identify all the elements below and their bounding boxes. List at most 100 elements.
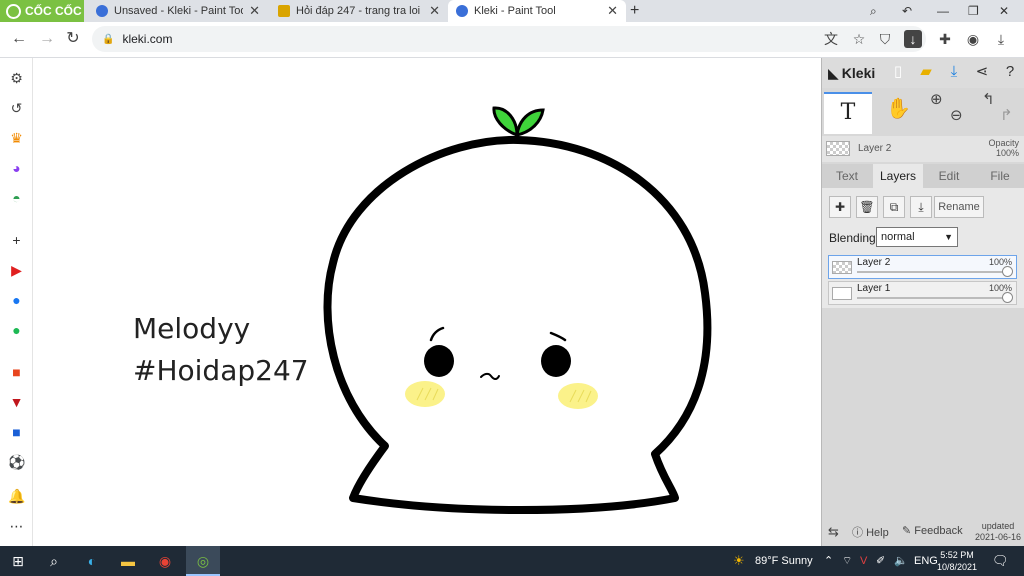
layer-row[interactable]: Layer 1 100% <box>828 281 1017 305</box>
tab-file[interactable]: File <box>975 164 1024 188</box>
clock[interactable]: 5:52 PM 10/8/2021 <box>937 549 977 573</box>
active-layer-name: Layer 2 <box>858 143 892 154</box>
blending-select[interactable]: normal ▼ <box>876 227 958 247</box>
savior-download-icon[interactable]: ↓ <box>904 30 922 48</box>
forward-button[interactable]: → <box>36 28 58 50</box>
youtube-icon[interactable]: ▶ <box>8 262 25 279</box>
file-explorer-icon[interactable]: ▬ <box>118 551 138 571</box>
edge-icon[interactable]: ◐ <box>82 551 102 571</box>
tab-hoidap[interactable]: Hỏi đáp 247 - trang tra loi ✕ <box>270 0 448 22</box>
layer-opacity-handle[interactable] <box>1002 266 1013 277</box>
help-link[interactable]: ⓘ Help <box>852 524 889 540</box>
new-image-icon[interactable]: ▯ <box>888 62 908 82</box>
updated-info: updated 2021-06-16 <box>974 521 1021 542</box>
tab-close-icon[interactable]: ✕ <box>249 3 260 19</box>
coccoc-icon: ◎ <box>196 553 210 569</box>
close-window-button[interactable]: ✕ <box>999 0 1009 22</box>
shop-icon[interactable]: ■ <box>8 364 25 381</box>
add-icon[interactable]: + <box>8 232 25 249</box>
facebook-icon[interactable]: ● <box>8 292 25 309</box>
layer-opacity-handle[interactable] <box>1002 292 1013 303</box>
notification-icon[interactable]: 🗨 <box>992 546 1009 576</box>
bookmark-star-icon[interactable]: ☆ <box>850 30 868 48</box>
weather-text[interactable]: 89°F Sunny <box>755 546 813 576</box>
pen-icon[interactable]: ✐ <box>876 546 885 576</box>
shield-icon[interactable]: ⛉ <box>876 30 894 48</box>
redo-icon[interactable]: ↱ <box>1000 106 1013 124</box>
new-tab-button[interactable]: + <box>630 0 639 22</box>
wifi-icon[interactable]: ⌔ <box>842 546 852 576</box>
tab-edit[interactable]: Edit <box>924 164 974 188</box>
crown-icon[interactable]: ♛ <box>8 130 25 147</box>
merge-layer-button[interactable]: ⤓ <box>910 196 932 218</box>
add-layer-button[interactable]: ✚ <box>829 196 851 218</box>
bell-icon[interactable]: 🔔 <box>8 488 25 505</box>
url-input[interactable]: 🔒 kleki.com <box>92 26 926 52</box>
right-cheek <box>558 383 598 409</box>
reload-button[interactable]: ↻ <box>62 28 84 50</box>
tab-layers[interactable]: Layers <box>873 164 923 188</box>
coccoc-taskbar-button[interactable]: ◎ <box>186 546 220 576</box>
spotify-icon[interactable]: ● <box>8 322 25 339</box>
profile-icon[interactable]: ◉ <box>964 30 982 48</box>
messenger-icon[interactable]: ◕ <box>8 160 25 177</box>
swap-icon[interactable]: ⇆ <box>828 524 839 540</box>
extensions-icon[interactable]: ✚ <box>936 30 954 48</box>
layer-opacity-slider[interactable] <box>857 271 1005 273</box>
hand-tool-icon[interactable]: ✋ <box>886 96 911 121</box>
layer-row[interactable]: Layer 2 100% <box>828 255 1017 279</box>
delete-layer-button[interactable]: 🗑 <box>856 196 878 218</box>
vtv-icon[interactable]: ▼ <box>8 394 25 411</box>
body-outline <box>323 135 712 514</box>
show-hidden-icons[interactable]: ⌃ <box>824 546 833 576</box>
caption-melodyy: Melodyy <box>133 312 251 345</box>
tab-close-icon[interactable]: ✕ <box>429 3 440 19</box>
more-icon[interactable]: ⋯ <box>8 518 25 535</box>
zoom-in-icon[interactable]: ⊕ <box>930 90 943 108</box>
antivirus-icon[interactable]: V <box>860 546 867 576</box>
kleki-favicon-icon <box>96 5 108 17</box>
downloads-icon[interactable]: ⤓ <box>992 30 1010 48</box>
help-icon: ⓘ <box>852 527 863 539</box>
tab-search-icon[interactable]: ⌕ <box>870 0 877 22</box>
download-icon[interactable]: ⤓ <box>944 62 964 82</box>
brand-label: CỐC CỐC <box>25 4 82 18</box>
tiki-icon[interactable]: ■ <box>8 424 25 441</box>
tab-text[interactable]: Text <box>822 164 872 188</box>
language-indicator[interactable]: ENG <box>914 546 938 576</box>
feedback-link[interactable]: ✎ Feedback <box>902 524 963 537</box>
gear-icon[interactable]: ⚙ <box>8 70 25 87</box>
search-icon[interactable]: ⌕ <box>44 551 64 571</box>
undo-icon[interactable]: ↰ <box>982 90 995 108</box>
text-tool-button[interactable]: T <box>824 92 872 134</box>
share-icon[interactable]: ⋖ <box>972 62 992 82</box>
duplicate-layer-button[interactable]: ⧉ <box>883 196 905 218</box>
open-folder-icon[interactable]: ▰ <box>916 62 936 82</box>
tab-unsaved-kleki[interactable]: Unsaved - Kleki - Paint Tool ✕ <box>88 0 268 22</box>
help-circle-icon[interactable]: ? <box>1000 62 1020 82</box>
zoom-out-icon[interactable]: ⊖ <box>950 106 963 124</box>
kleki-logo-icon: ◣ <box>828 64 839 81</box>
windows-start-icon[interactable]: ⊞ <box>8 551 28 571</box>
drawing-canvas[interactable]: Melodyy #Hoidap247 <box>33 58 821 546</box>
feedback-icon: ✎ <box>902 525 912 537</box>
minimize-button[interactable]: — <box>937 0 949 22</box>
chrome-icon[interactable]: ◉ <box>155 551 175 571</box>
browser-sidebar: ⚙ ↺ ♛ ◕ ◓ + ▶ ● ● ■ ▼ ■ ⚽ 🔔 ⋯ <box>0 58 33 546</box>
back-arrow-icon[interactable]: ↶ <box>902 0 912 22</box>
back-button[interactable]: ← <box>8 28 30 50</box>
tab-strip: CỐC CỐC Unsaved - Kleki - Paint Tool ✕ H… <box>0 0 1024 22</box>
history-icon[interactable]: ↺ <box>8 100 25 117</box>
tab-close-icon[interactable]: ✕ <box>607 3 618 19</box>
volume-icon[interactable]: 🔈 <box>894 546 908 576</box>
tab-kleki-active[interactable]: Kleki - Paint Tool ✕ <box>448 0 626 22</box>
football-icon[interactable]: ⚽ <box>8 454 25 471</box>
game-icon[interactable]: ◓ <box>8 190 25 207</box>
layer-opacity-slider[interactable] <box>857 297 1005 299</box>
coccoc-menu-button[interactable]: CỐC CỐC <box>0 0 84 22</box>
address-bar: ← → ↻ 🔒 kleki.com 文 ☆ ⛉ ↓ ✚ ◉ ⤓ <box>0 22 1024 58</box>
sprout-leaf-right <box>515 108 545 137</box>
translate-icon[interactable]: 文 <box>822 30 840 48</box>
restore-button[interactable]: ❐ <box>968 0 979 22</box>
rename-button[interactable]: Rename <box>934 196 984 218</box>
